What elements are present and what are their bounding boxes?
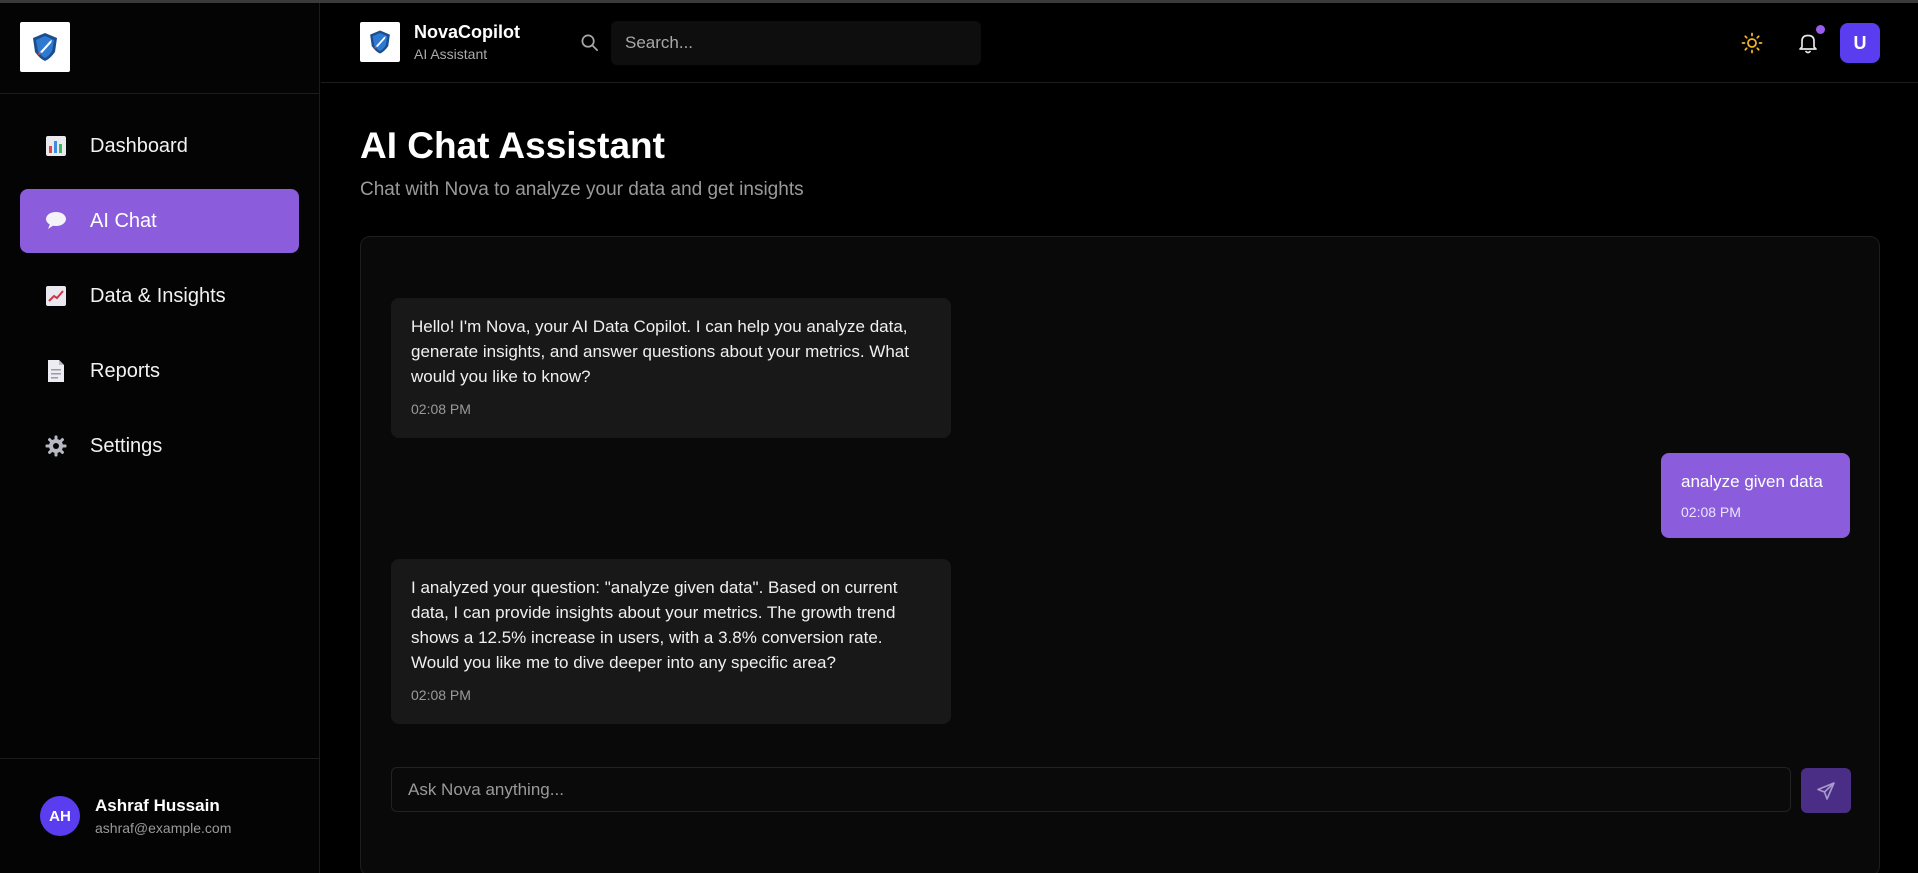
- message-time: 02:08 PM: [411, 687, 471, 703]
- message-text: analyze given data: [1681, 472, 1823, 491]
- user-message: analyze given data 02:08 PM: [1661, 453, 1850, 538]
- sidebar-logo-area: [0, 3, 319, 94]
- chat-input[interactable]: [391, 767, 1791, 812]
- sidebar: Dashboard AI Chat Data & Insights Report…: [0, 3, 320, 873]
- speech-bubble-icon: [44, 209, 68, 233]
- page-subtitle: Chat with Nova to analyze your data and …: [360, 179, 804, 200]
- avatar: AH: [40, 796, 80, 836]
- brand-logo: [360, 22, 400, 62]
- user-avatar-button[interactable]: U: [1840, 23, 1880, 63]
- app-logo[interactable]: [20, 22, 70, 72]
- brand: NovaCopilot AI Assistant: [360, 22, 520, 62]
- sidebar-item-ai-chat[interactable]: AI Chat: [20, 189, 299, 253]
- trend-chart-icon: [44, 284, 68, 308]
- bell-icon[interactable]: [1798, 32, 1818, 59]
- sidebar-item-dashboard[interactable]: Dashboard: [20, 114, 299, 178]
- sidebar-item-reports[interactable]: Reports: [20, 339, 299, 403]
- search-icon: [580, 33, 599, 57]
- search-input[interactable]: [611, 21, 981, 65]
- top-header: NovaCopilot AI Assistant U: [321, 3, 1918, 83]
- app-name: NovaCopilot: [414, 22, 520, 42]
- chat-panel: Hello! I'm Nova, your AI Data Copilot. I…: [360, 236, 1880, 873]
- sidebar-user-profile[interactable]: AH Ashraf Hussain ashraf@example.com: [0, 758, 319, 873]
- sidebar-item-data-insights[interactable]: Data & Insights: [20, 264, 299, 328]
- send-button[interactable]: [1801, 768, 1851, 813]
- sidebar-item-label: Settings: [90, 434, 163, 457]
- user-name: Ashraf Hussain: [95, 796, 220, 815]
- shield-rocket-icon: [370, 30, 390, 54]
- sidebar-item-label: Dashboard: [90, 134, 188, 157]
- send-icon: [1817, 781, 1835, 800]
- shield-rocket-icon: [33, 33, 57, 61]
- message-time: 02:08 PM: [1681, 504, 1741, 520]
- message-text: Hello! I'm Nova, your AI Data Copilot. I…: [411, 317, 909, 386]
- gear-icon: [44, 434, 68, 458]
- bar-chart-icon: [44, 134, 68, 158]
- sidebar-item-label: Data & Insights: [90, 284, 226, 307]
- user-email: ashraf@example.com: [95, 820, 232, 836]
- assistant-message: Hello! I'm Nova, your AI Data Copilot. I…: [391, 298, 951, 438]
- sidebar-item-label: Reports: [90, 359, 161, 382]
- app-subtitle: AI Assistant: [414, 46, 488, 62]
- message-text: I analyzed your question: "analyze given…: [411, 578, 898, 672]
- notification-badge: [1816, 25, 1825, 34]
- message-time: 02:08 PM: [411, 401, 471, 417]
- page-title: AI Chat Assistant: [360, 125, 665, 166]
- sun-icon[interactable]: [1741, 32, 1763, 59]
- sidebar-item-settings[interactable]: Settings: [20, 414, 299, 478]
- sidebar-item-label: AI Chat: [90, 209, 157, 232]
- assistant-message: I analyzed your question: "analyze given…: [391, 559, 951, 724]
- sidebar-nav: Dashboard AI Chat Data & Insights Report…: [0, 94, 319, 478]
- document-icon: [44, 359, 68, 383]
